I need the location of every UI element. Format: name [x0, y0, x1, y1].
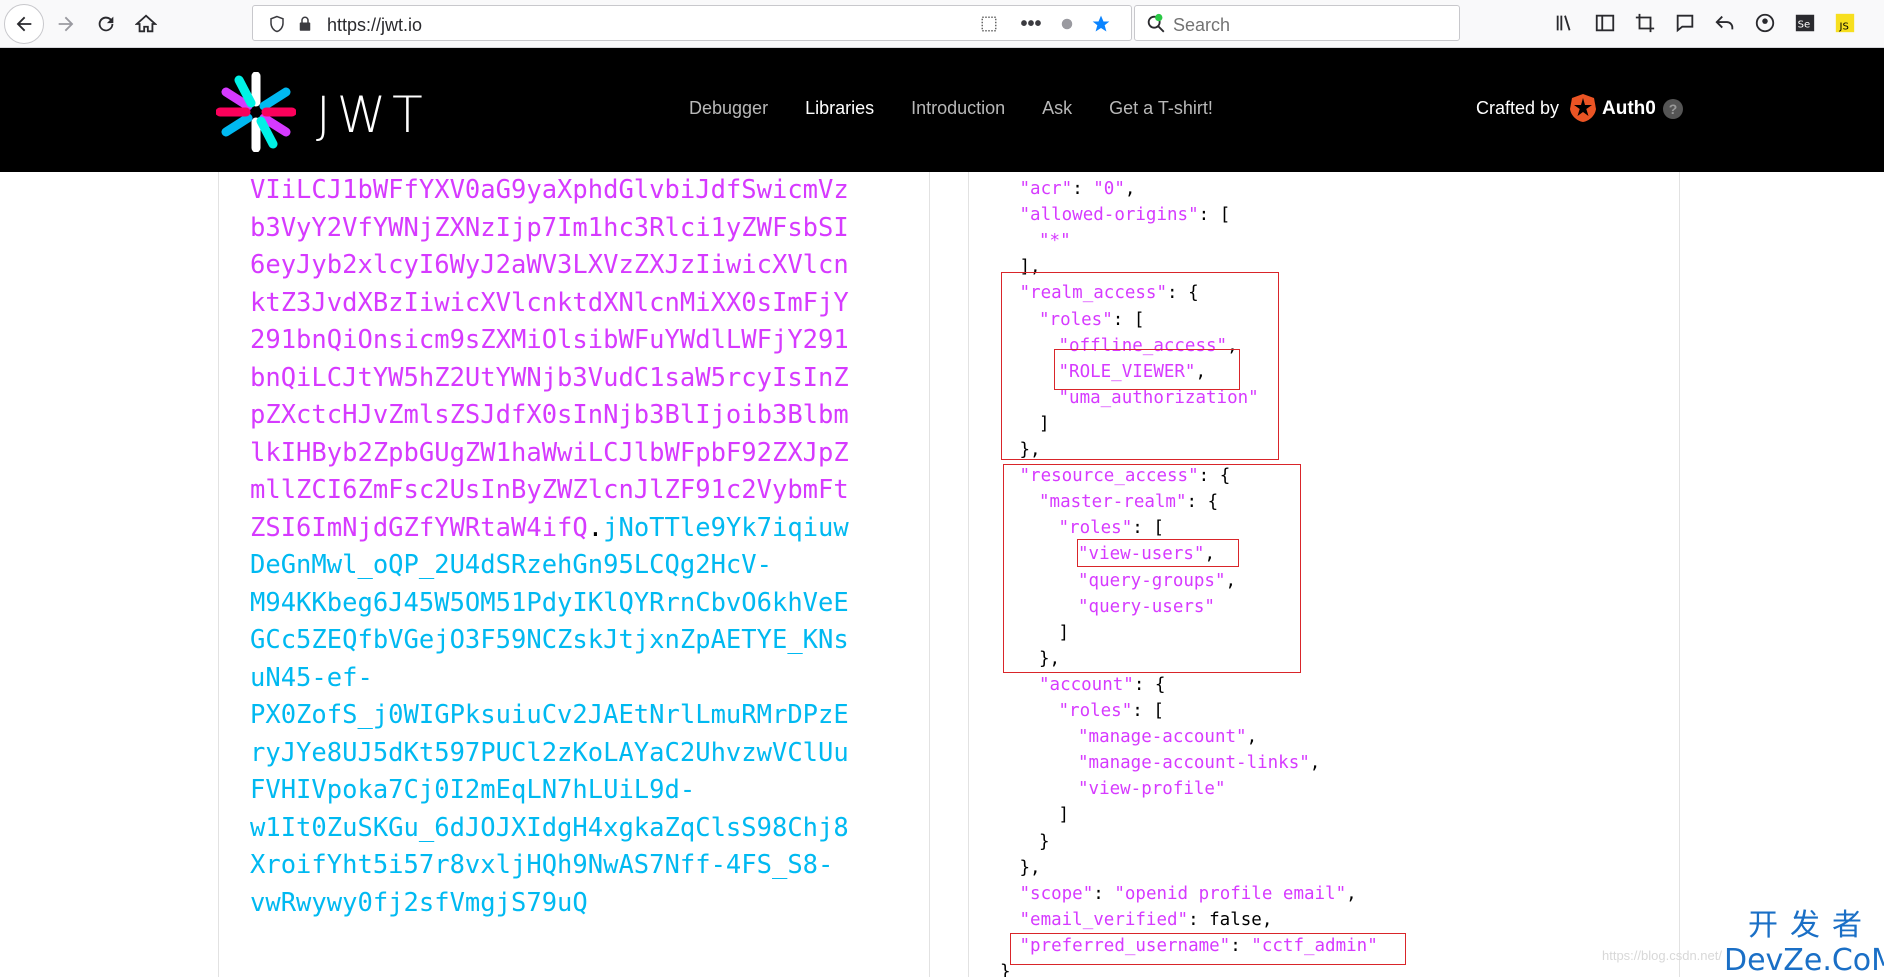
browser-toolbar: https://jwt.io ••• Search Se JS: [0, 0, 1884, 48]
url-text: https://jwt.io: [327, 15, 423, 35]
token-payload-line: VIiLCJ1bWFfYXV0aG9yaXphdGlvbiJdfSwicmVz: [250, 175, 849, 205]
token-signature-line: w1It0ZuSKGu_6dJOJXIdgH4xgkaZqClsS98Chj8: [250, 812, 849, 843]
token-mixed-line: ZSI6ImNjdGZfYWRtaW4ifQ.jNoTTle9Yk7iqiuw: [250, 510, 850, 548]
token-payload-line: ktZ3JvdXBzIiwicXVlcnktdXNlcnMiXX0sImFjY: [250, 287, 849, 318]
chat-icon[interactable]: [1672, 10, 1698, 36]
json-line: }: [1039, 831, 1050, 852]
auth0-icon[interactable]: [1568, 93, 1598, 123]
json-line: "manage-account-links",: [1078, 753, 1321, 774]
highlight-preferred-username: [1010, 933, 1406, 965]
reload-icon: [98, 16, 114, 32]
token-signature-line: XroifYht5i57r8vxljHQh9NwAS7Nff-4FS_S8-: [250, 850, 834, 880]
json-line: ]: [1058, 805, 1070, 826]
svg-text:JS: JS: [1839, 21, 1849, 32]
forward-button[interactable]: [46, 4, 86, 44]
token-payload-line: mllZCI6ZmFsc2UsInByZWZlcnJlZF91c2VybmFt: [250, 475, 849, 505]
token-signature-line: vwRwywy0fj2sfVmgjS79uQ: [250, 887, 588, 918]
search-icon: [1147, 13, 1165, 33]
watermark-cn: 开发者: [1748, 908, 1874, 943]
token-signature-line: DeGnMwl_oQP_2U4dSRzehGn95LCQg2HcV-: [250, 550, 772, 580]
json-line: },: [1019, 857, 1041, 878]
undo-icon[interactable]: [1712, 10, 1738, 36]
auth0-brand[interactable]: Auth0: [1602, 98, 1656, 120]
json-line: "allowed-origins": [: [1019, 205, 1231, 226]
token-signature-start: jNoTTle9Yk7iqiuw: [603, 512, 849, 543]
reload-button[interactable]: [86, 4, 126, 44]
json-line: "account": {: [1039, 674, 1166, 695]
token-payload-line: pZXctcHJvZmlsZSJdfX0sInNjb3BlIjoib3Blbm: [250, 400, 849, 430]
back-icon: [16, 16, 32, 32]
js-icon[interactable]: JS: [1832, 10, 1858, 36]
json-line: "view-profile": [1078, 779, 1226, 800]
more-icon[interactable]: •••: [1021, 13, 1042, 35]
nav-debugger[interactable]: Debugger: [689, 98, 768, 122]
json-line: "scope": "openid profile email",: [1019, 883, 1357, 904]
sidebar-icon[interactable]: [1592, 10, 1618, 36]
nav-tshirt[interactable]: Get a T-shirt!: [1109, 98, 1213, 122]
library-icon[interactable]: [1552, 10, 1578, 36]
search-bar[interactable]: Search: [1134, 5, 1460, 41]
token-payload-line: lkIHByb2ZpbGUgZW1haWwiLCJlbWFpbF92ZXJpZ: [250, 437, 849, 468]
faint-watermark: https://blog.csdn.net/: [1602, 948, 1722, 963]
back-button[interactable]: [4, 4, 44, 44]
nav-introduction[interactable]: Introduction: [911, 98, 1005, 122]
crafted-by-label: Crafted by: [1476, 98, 1560, 118]
highlight-role-viewer: [1054, 349, 1240, 390]
json-line: "acr": "0",: [1019, 179, 1136, 199]
qr-icon[interactable]: [979, 14, 999, 34]
crop-icon[interactable]: [1632, 10, 1658, 36]
token-signature-line: FVHIVpoka7Cj0I2mEqLN7hLUiL9d-: [250, 775, 696, 805]
jwt-logo-icon[interactable]: [216, 72, 296, 152]
home-icon: [135, 14, 157, 33]
nav-libraries[interactable]: Libraries: [805, 98, 874, 122]
help-icon[interactable]: ?: [1663, 99, 1683, 119]
highlight-view-users: [1077, 539, 1239, 567]
token-payload-line: 291bnQiOnsicm9sZXMiOlsibWFuYWdlLWFjY291: [250, 325, 849, 355]
token-signature-line: GCc5ZEQfbVGejO3F59NCZskJtjxnZpAETYE_KNs: [250, 625, 849, 655]
json-line: "manage-account",: [1078, 727, 1258, 748]
account-icon[interactable]: [1752, 10, 1778, 36]
shield-icon[interactable]: [267, 14, 287, 34]
json-line: "*": [1039, 231, 1071, 252]
token-payload-line: b3VyY2VfYWNjZXNzIjp7Im1hc3Rlci1yZWFsbSI: [250, 212, 849, 243]
encoded-token[interactable]: VIiLCJ1bWFfYXV0aG9yaXphdGlvbiJdfSwicmVz …: [250, 172, 850, 922]
main-nav: Debugger Libraries Introduction Ask Get …: [689, 98, 1250, 122]
json-line: "email_verified": false,: [1019, 909, 1273, 930]
search-placeholder: Search: [1173, 15, 1231, 35]
highlight-resource-access: [1003, 464, 1301, 673]
json-line: "roles": [: [1058, 701, 1164, 721]
url-bar[interactable]: https://jwt.io •••: [252, 5, 1132, 41]
watermark: 开发者 DevZe.CoM: [1724, 908, 1884, 977]
token-separator: .: [587, 512, 604, 543]
logo-wordmark[interactable]: JWT: [316, 86, 429, 144]
star-icon[interactable]: [1091, 14, 1111, 34]
token-payload-line: 6eyJyb2xlcyI6WyJ2aWV3LXVzZXJzIiwicXVlcn: [250, 250, 849, 280]
token-signature-line: M94KKbeg6J45W5OM51PdyIKlQYRrnCbvO6khVeE: [250, 587, 849, 618]
svg-text:Se: Se: [1798, 20, 1811, 31]
token-signature-line: ryJYe8UJ5dKt597PUCl2zKoLAYaC2UhvzwVClUu: [250, 737, 849, 768]
token-signature-line: PX0ZofS_j0WIGPksuiuCv2JAEtNrlLmuRMrDPzE: [250, 700, 849, 730]
watermark-en: DevZe.CoM: [1724, 943, 1884, 977]
json-line: }: [1000, 962, 1011, 977]
selenium-icon[interactable]: Se: [1792, 10, 1818, 36]
nav-ask[interactable]: Ask: [1042, 98, 1072, 122]
token-payload-line: bnQiLCJtYW5hZ2UtYWNjb3VudC1saW5rcyIsInZ: [250, 362, 849, 393]
bug-icon[interactable]: [1057, 14, 1077, 34]
forward-icon: [58, 16, 74, 32]
token-signature-line: uN45-ef-: [250, 662, 373, 693]
lock-icon[interactable]: [295, 14, 315, 34]
home-button[interactable]: [126, 4, 166, 44]
token-payload-end: ZSI6ImNjdGZfYWRtaW4ifQ: [250, 512, 588, 543]
